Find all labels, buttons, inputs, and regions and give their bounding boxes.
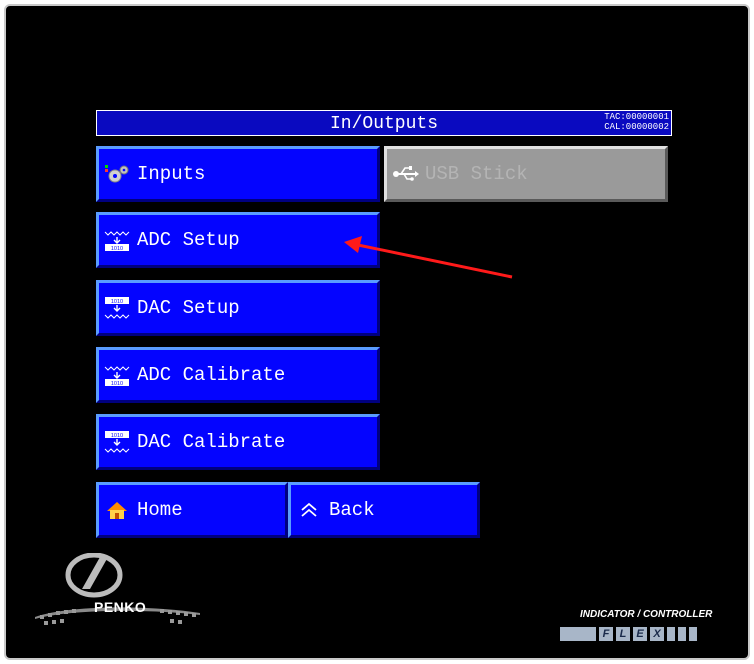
flex-letter	[667, 627, 675, 641]
penko-logo-icon	[35, 552, 200, 625]
flex-letter: X	[650, 627, 664, 641]
product-line-label: INDICATOR / CONTROLLER	[580, 609, 713, 620]
penko-logo-text: PENKO	[94, 599, 147, 615]
flex-letter	[689, 627, 697, 641]
penko-logo: PENKO	[30, 552, 230, 637]
flex-letter: E	[633, 627, 647, 641]
flex-letter: F	[599, 627, 613, 641]
flex-letter	[678, 627, 686, 641]
flex-logo: F L E X	[560, 627, 697, 641]
flex-letter	[560, 627, 596, 641]
flex-letter: L	[616, 627, 630, 641]
